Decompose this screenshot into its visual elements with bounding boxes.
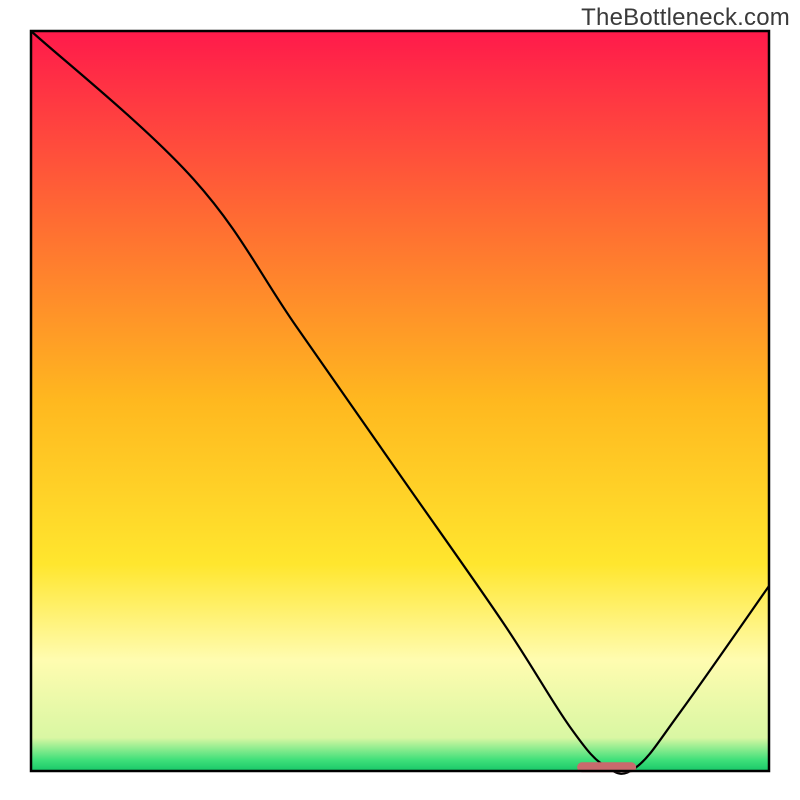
plot-background bbox=[31, 31, 769, 771]
chart-container: TheBottleneck.com bbox=[0, 0, 800, 800]
bottleneck-chart bbox=[0, 0, 800, 800]
attribution-label: TheBottleneck.com bbox=[581, 4, 790, 32]
